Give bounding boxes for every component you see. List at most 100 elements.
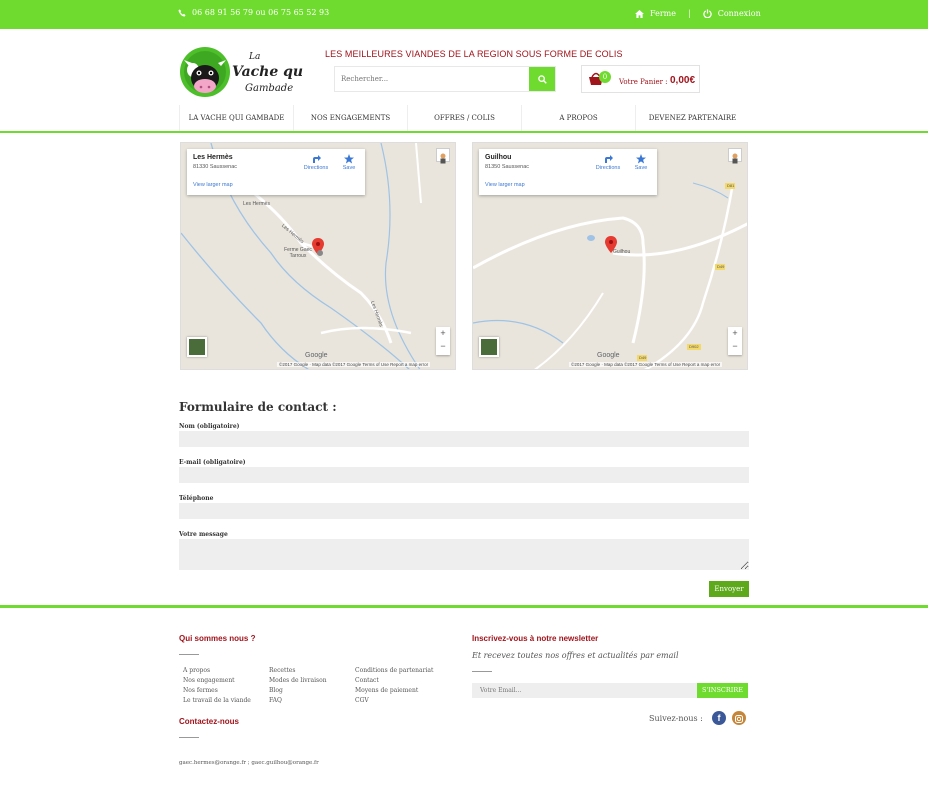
newsletter-subtitle: Et recevez toutes nos offres et actualit… bbox=[472, 651, 679, 660]
send-button[interactable]: Envoyer bbox=[709, 581, 749, 597]
footer-link-cgv[interactable]: CGV bbox=[355, 696, 433, 706]
footer-link-blog[interactable]: Blog bbox=[269, 686, 327, 696]
zoom-out-icon[interactable]: − bbox=[728, 340, 742, 353]
search-input[interactable] bbox=[335, 67, 531, 91]
nav-item-devenez-partenaire[interactable]: DEVENEZ PARTENAIRE bbox=[635, 105, 749, 131]
nav-divider bbox=[0, 131, 928, 133]
street-view-pegman-icon[interactable] bbox=[728, 148, 742, 164]
phone-info: 06 68 91 56 79 ou 06 75 65 52 93 bbox=[178, 8, 329, 17]
power-icon bbox=[703, 9, 712, 18]
directions-icon bbox=[605, 155, 613, 163]
map-zoom-control[interactable]: + − bbox=[436, 327, 450, 355]
save-button[interactable]: Save bbox=[631, 154, 651, 171]
nav-item-offres-colis[interactable]: OFFRES / COLIS bbox=[407, 105, 521, 131]
newsletter-subscribe-button[interactable]: S'INSCRIRE bbox=[697, 683, 748, 698]
heading-underline bbox=[472, 671, 492, 672]
search-box bbox=[334, 66, 556, 92]
map-road-label: D49 bbox=[717, 264, 725, 269]
follow-us-label: Suivez-nous : bbox=[649, 714, 703, 723]
footer-divider bbox=[0, 605, 928, 608]
map-les-hermes[interactable]: Les Hermès Ferme Gaec Tarroux Les Hermès… bbox=[180, 142, 456, 370]
footer-link-nos-fermes[interactable]: Nos fermes bbox=[183, 686, 251, 696]
directions-button[interactable]: Directions bbox=[301, 154, 331, 171]
footer-link-paiement[interactable]: Moyens de paiement bbox=[355, 686, 433, 696]
map-place-name: Guilhou bbox=[485, 154, 512, 161]
phone-label: Téléphone bbox=[179, 495, 214, 502]
ferme-link[interactable]: Ferme bbox=[650, 9, 676, 18]
nav-item-a-propos[interactable]: A PROPOS bbox=[521, 105, 635, 131]
satellite-toggle[interactable] bbox=[187, 337, 207, 357]
footer-link-partenariat[interactable]: Conditions de partenariat bbox=[355, 666, 433, 676]
footer-link-recettes[interactable]: Recettes bbox=[269, 666, 327, 676]
email-field[interactable] bbox=[179, 467, 749, 483]
logo-text-la: La bbox=[248, 52, 260, 62]
save-button[interactable]: Save bbox=[339, 154, 359, 171]
map-guilhou[interactable]: Guilhou D81 D49 D902 D49 Guilhou 81350 S… bbox=[472, 142, 748, 370]
name-field[interactable] bbox=[179, 431, 749, 447]
instagram-icon[interactable] bbox=[732, 711, 746, 725]
save-label: Save bbox=[342, 165, 356, 171]
site-logo[interactable]: La Vache qui Gambade bbox=[179, 44, 308, 100]
map-road-label: D902 bbox=[689, 344, 699, 349]
logo-text-vache: Vache qui bbox=[232, 64, 303, 80]
search-icon bbox=[537, 74, 547, 84]
cart-amount: 0,00€ bbox=[670, 75, 696, 86]
map-attribution: ©2017 Google · Map data ©2017 Google Ter… bbox=[277, 362, 431, 367]
zoom-in-icon[interactable]: + bbox=[436, 327, 450, 340]
nav-item-nos-engagements[interactable]: NOS ENGAGEMENTS bbox=[293, 105, 407, 131]
satellite-toggle[interactable] bbox=[479, 337, 499, 357]
map-place-label: Les Hermès bbox=[243, 201, 270, 207]
home-icon bbox=[635, 9, 644, 18]
phone-field[interactable] bbox=[179, 503, 749, 519]
directions-label: Directions bbox=[303, 165, 329, 171]
directions-button[interactable]: Directions bbox=[593, 154, 623, 171]
footer-links-col3: Conditions de partenariat Contact Moyens… bbox=[355, 666, 433, 706]
nav-item-la-vache-qui-gambade[interactable]: LA VACHE QUI GAMBADE bbox=[179, 105, 293, 131]
map-attribution: ©2017 Google · Map data ©2017 Google Ter… bbox=[569, 362, 723, 367]
directions-label: Directions bbox=[595, 165, 621, 171]
phone-icon bbox=[178, 8, 186, 17]
google-logo: Google bbox=[597, 352, 620, 359]
map-place-name: Les Hermès bbox=[193, 154, 233, 161]
view-larger-map-link[interactable]: View larger map bbox=[193, 182, 233, 188]
cart-count-badge: 0 bbox=[599, 71, 611, 83]
footer-link-travail-viande[interactable]: Le travail de la viande bbox=[183, 696, 251, 706]
footer-link-livraison[interactable]: Modes de livraison bbox=[269, 676, 327, 686]
main-nav: LA VACHE QUI GAMBADE NOS ENGAGEMENTS OFF… bbox=[179, 105, 749, 131]
search-button[interactable] bbox=[529, 67, 555, 91]
contact-emails[interactable]: gaec.hermes@orange.fr ; gaec.guilhou@ora… bbox=[179, 760, 319, 766]
cart-label: Votre Panier : bbox=[619, 78, 668, 86]
footer-links-col2: Recettes Modes de livraison Blog FAQ bbox=[269, 666, 327, 706]
footer-link-contact[interactable]: Contact bbox=[355, 676, 433, 686]
map-place-address: 81330 Saussenac bbox=[193, 164, 238, 170]
street-view-pegman-icon[interactable] bbox=[436, 148, 450, 164]
name-label: Nom (obligatoire) bbox=[179, 423, 240, 430]
star-icon bbox=[636, 154, 646, 164]
heading-underline bbox=[179, 654, 199, 655]
footer-links-col1: A propos Nos engagement Nos fermes Le tr… bbox=[183, 666, 251, 706]
map-info-card: Guilhou 81350 Saussenac View larger map … bbox=[479, 149, 657, 195]
contact-heading: Contactez-nous bbox=[179, 717, 239, 726]
message-field[interactable] bbox=[179, 539, 749, 570]
star-icon bbox=[344, 154, 354, 164]
logo-text-gambade: Gambade bbox=[245, 83, 293, 94]
top-bar: 06 68 91 56 79 ou 06 75 65 52 93 Ferme |… bbox=[0, 0, 928, 29]
zoom-in-icon[interactable]: + bbox=[728, 327, 742, 340]
facebook-icon[interactable]: f bbox=[712, 711, 726, 725]
footer-link-a-propos[interactable]: A propos bbox=[183, 666, 251, 676]
map-place-label: Ferme Gaec Tarroux bbox=[284, 247, 312, 259]
map-zoom-control[interactable]: + − bbox=[728, 327, 742, 355]
cart-widget[interactable]: 0 Votre Panier : 0,00€ bbox=[581, 65, 700, 93]
heading-underline bbox=[179, 737, 199, 738]
newsletter-heading: Inscrivez-vous à notre newsletter bbox=[472, 634, 599, 643]
view-larger-map-link[interactable]: View larger map bbox=[485, 182, 525, 188]
top-links: Ferme | Connexion bbox=[635, 9, 761, 18]
directions-icon bbox=[313, 155, 321, 163]
newsletter-email-input[interactable] bbox=[472, 683, 697, 698]
zoom-out-icon[interactable]: − bbox=[436, 340, 450, 353]
about-heading: Qui sommes nous ? bbox=[179, 634, 256, 643]
footer-link-faq[interactable]: FAQ bbox=[269, 696, 327, 706]
map-info-card: Les Hermès 81330 Saussenac View larger m… bbox=[187, 149, 365, 195]
connexion-link[interactable]: Connexion bbox=[718, 9, 761, 18]
footer-link-nos-engagement[interactable]: Nos engagement bbox=[183, 676, 251, 686]
